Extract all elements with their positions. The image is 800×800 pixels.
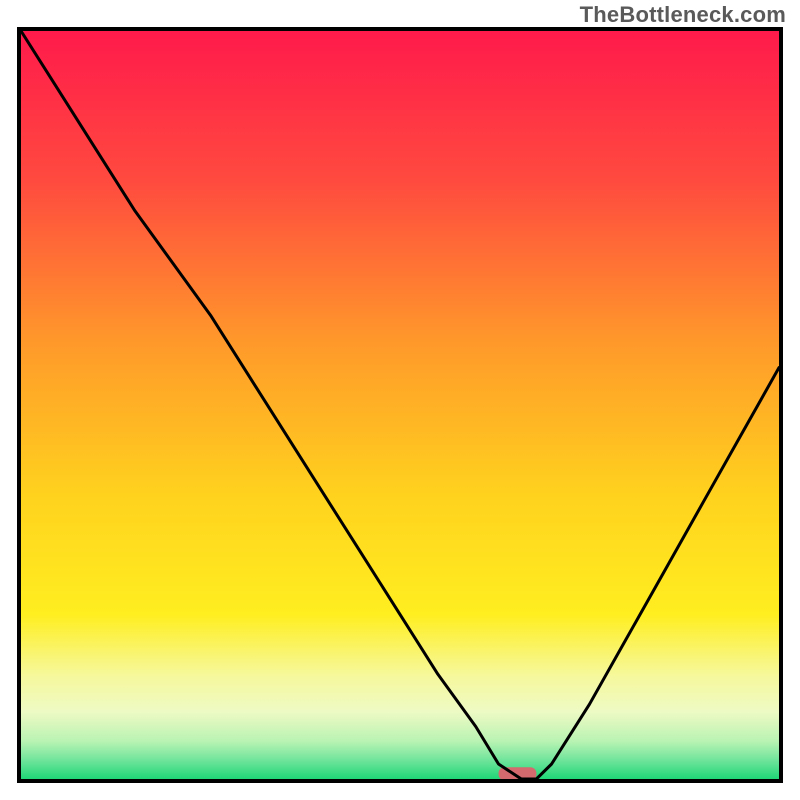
chart-svg [21,31,779,779]
plot-area [17,27,783,783]
watermark-text: TheBottleneck.com [580,2,786,28]
chart-frame: TheBottleneck.com [0,0,800,800]
gradient-background [21,31,779,779]
